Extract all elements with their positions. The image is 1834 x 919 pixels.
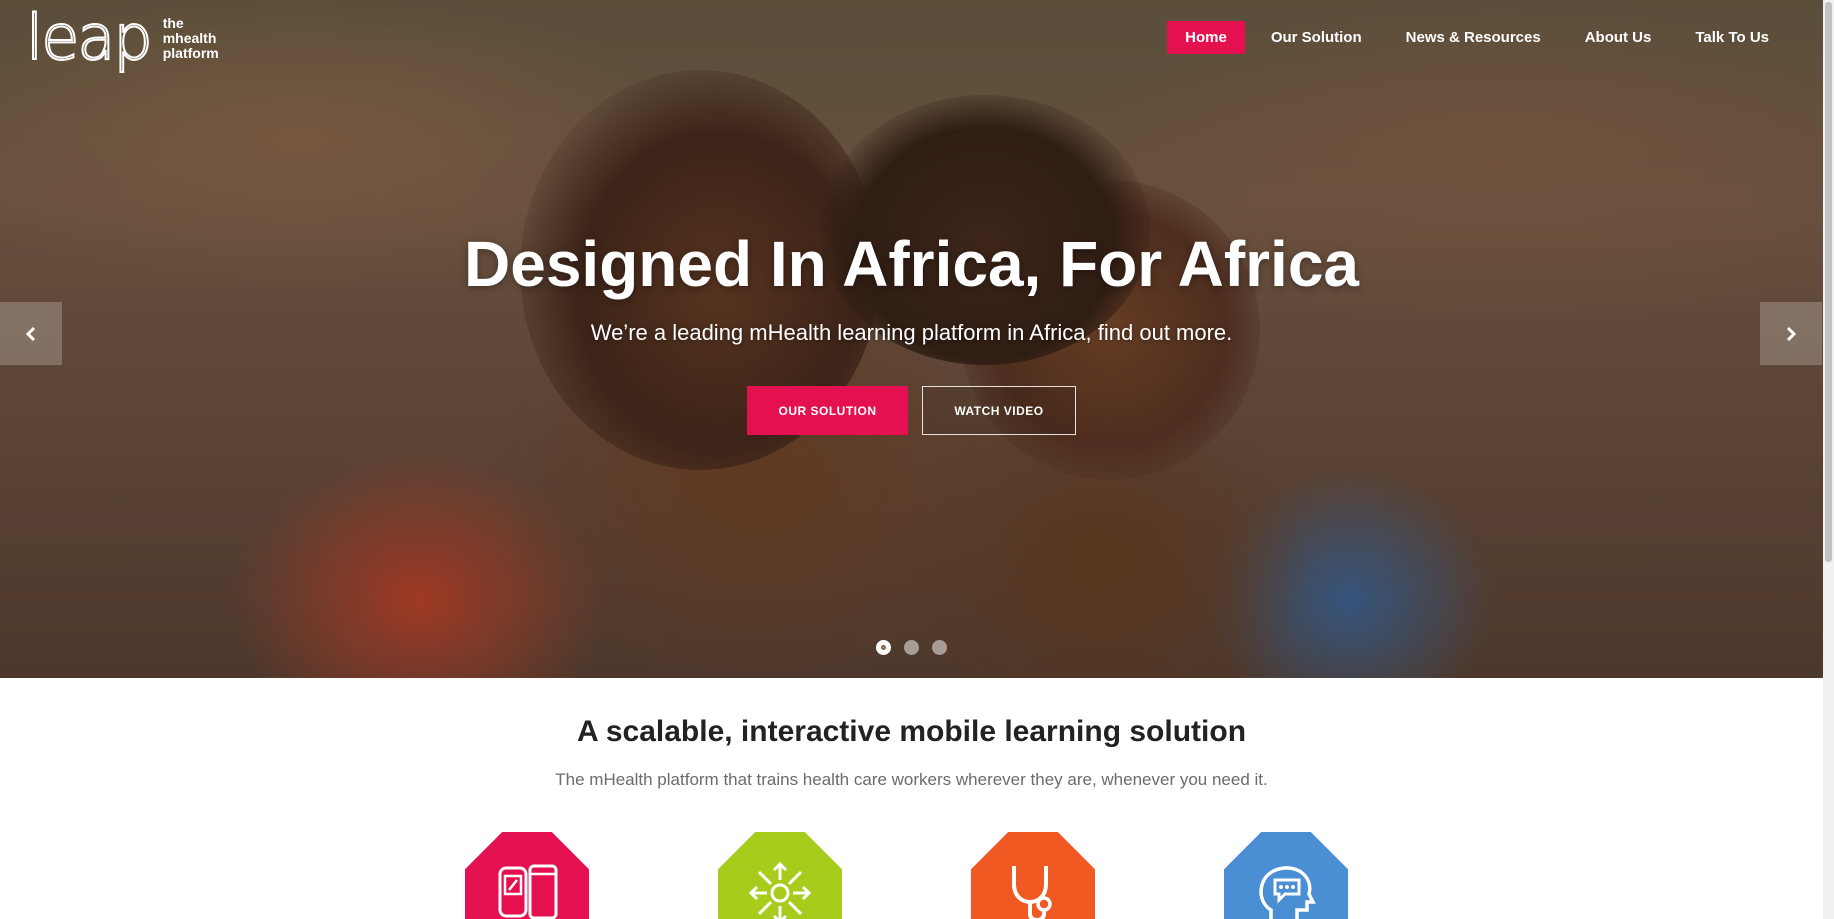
- page-scrollbar[interactable]: [1823, 0, 1834, 919]
- main-nav: Home Our Solution News & Resources About…: [1167, 21, 1787, 54]
- head-chat-icon: [1259, 866, 1316, 919]
- hero-subtitle: We’re a leading mHealth learning platfor…: [590, 320, 1233, 345]
- logo-tagline-line: the: [162, 14, 184, 31]
- logo-tagline-line: mhealth: [162, 29, 217, 46]
- nav-item-news-resources[interactable]: News & Resources: [1388, 21, 1559, 54]
- stethoscope-icon: [1012, 866, 1052, 919]
- section-title: A scalable, interactive mobile learning …: [576, 715, 1247, 748]
- site-logo[interactable]: leap the mhealth platform: [25, 1, 219, 74]
- carousel-dot-3[interactable]: [932, 640, 947, 655]
- logo-tagline-line: platform: [162, 44, 219, 61]
- feature-health[interactable]: [971, 832, 1095, 919]
- logo-mark: leap: [25, 1, 154, 74]
- chevron-left-icon: [25, 326, 36, 341]
- chevron-right-icon: [1786, 326, 1797, 341]
- page: leap the mhealth platform Home Our Solut…: [0, 0, 1834, 919]
- scrollbar-thumb[interactable]: [1825, 2, 1832, 562]
- scale-arrows-icon: [748, 861, 812, 919]
- logo-tagline: the mhealth platform: [162, 14, 219, 61]
- mobile-devices-icon: [498, 864, 558, 919]
- carousel-prev-button[interactable]: [0, 302, 62, 365]
- carousel-next-button[interactable]: [1760, 302, 1822, 365]
- carousel-indicators: [0, 640, 1823, 655]
- our-solution-button[interactable]: OUR SOLUTION: [747, 386, 908, 435]
- hero-buttons: OUR SOLUTION WATCH VIDEO: [0, 386, 1823, 435]
- carousel-dot-2[interactable]: [904, 640, 919, 655]
- nav-item-our-solution[interactable]: Our Solution: [1253, 21, 1380, 54]
- nav-item-about-us[interactable]: About Us: [1567, 21, 1670, 54]
- nav-item-talk-to-us[interactable]: Talk To Us: [1677, 21, 1787, 54]
- feature-mobile[interactable]: [465, 832, 589, 919]
- feature-scalable[interactable]: [718, 832, 842, 919]
- feature-interactive[interactable]: [1224, 832, 1348, 919]
- hero-title: Designed In Africa, For Africa: [464, 228, 1359, 300]
- watch-video-button[interactable]: WATCH VIDEO: [922, 386, 1076, 435]
- nav-item-home[interactable]: Home: [1167, 21, 1245, 54]
- carousel-dot-1[interactable]: [876, 640, 891, 655]
- section-subtitle: The mHealth platform that trains health …: [555, 770, 1268, 789]
- hero-carousel: leap the mhealth platform Home Our Solut…: [0, 0, 1823, 678]
